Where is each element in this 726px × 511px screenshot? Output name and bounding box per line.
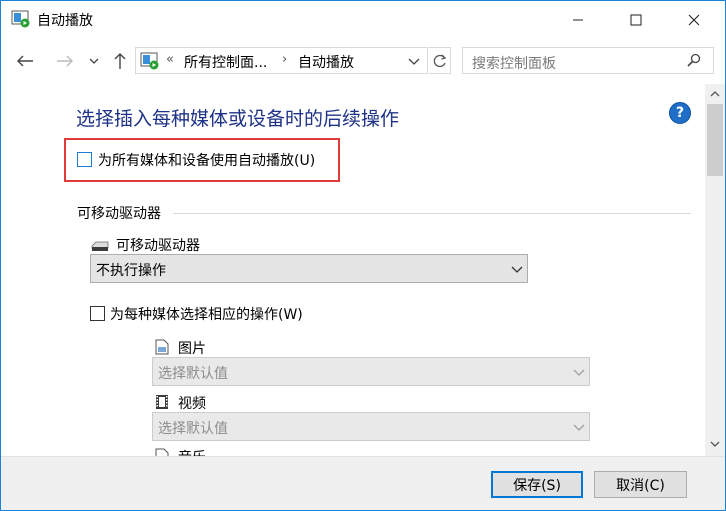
address-overflow[interactable]: « (166, 52, 174, 67)
media-label-video: 视频 (178, 396, 206, 412)
section-removable-drives: 可移动驱动器 (77, 206, 161, 222)
per-media-label[interactable]: 为每种媒体选择相应的操作(W) (110, 304, 303, 324)
content-area: 选择插入每种媒体或设备时的后续操作 ? 为所有媒体和设备使用自动播放(U) 可移… (1, 84, 705, 456)
picture-action-value: 选择默认值 (158, 366, 228, 382)
use-autoplay-checkbox[interactable] (77, 152, 92, 167)
forward-button[interactable] (53, 50, 77, 72)
recent-locations-button[interactable] (85, 50, 103, 72)
cancel-button[interactable]: 取消(C) (594, 471, 687, 498)
picture-action-select[interactable]: 选择默认值 (152, 357, 590, 386)
chevron-down-icon (710, 441, 720, 447)
removable-drive-action-select[interactable]: 不执行操作 (90, 254, 528, 283)
refresh-button[interactable] (429, 47, 451, 74)
vertical-scrollbar[interactable] (705, 84, 725, 456)
video-action-value: 选择默认值 (158, 421, 228, 437)
search-box[interactable]: 搜索控制面板 (462, 47, 714, 74)
scroll-down-button[interactable] (705, 434, 725, 454)
autoplay-window: 自动播放 « 所有控制面... › 自动播放 搜索控制面板 选择插入每种媒体或设… (0, 0, 726, 511)
scroll-up-button[interactable] (705, 84, 725, 104)
arrow-right-icon (57, 55, 73, 67)
per-media-checkbox[interactable] (90, 306, 105, 321)
control-panel-icon (140, 52, 159, 70)
close-button[interactable] (671, 1, 717, 38)
removable-drive-icon (91, 241, 109, 251)
minimize-icon (573, 19, 583, 20)
window-title: 自动播放 (37, 13, 93, 29)
close-icon (688, 14, 700, 25)
breadcrumb-all-control-panel[interactable]: 所有控制面... (184, 52, 267, 72)
page-title: 选择插入每种媒体或设备时的后续操作 (76, 108, 400, 130)
media-label-picture: 图片 (178, 341, 206, 357)
save-button[interactable]: 保存(S) (491, 471, 583, 498)
breadcrumb-separator[interactable]: › (282, 52, 287, 67)
arrow-up-icon (114, 53, 126, 69)
chevron-down-icon (511, 266, 523, 273)
maximize-icon (630, 14, 642, 25)
chevron-down-icon (573, 369, 585, 376)
autoplay-app-icon (11, 10, 30, 28)
navigation-bar: « 所有控制面... › 自动播放 搜索控制面板 (1, 39, 725, 83)
media-label-music: 音乐 (178, 447, 206, 456)
chevron-down-icon (408, 58, 420, 65)
removable-drive-label: 可移动驱动器 (116, 238, 200, 254)
scroll-thumb[interactable] (707, 104, 723, 176)
breadcrumb-autoplay[interactable]: 自动播放 (298, 52, 354, 72)
help-icon[interactable]: ? (669, 102, 691, 124)
chevron-down-icon (573, 424, 585, 431)
maximize-button[interactable] (613, 1, 659, 38)
video-action-select[interactable]: 选择默认值 (152, 412, 590, 441)
back-button[interactable] (13, 50, 37, 72)
section-divider (173, 213, 691, 214)
removable-drive-action-value: 不执行操作 (96, 263, 166, 279)
up-button[interactable] (109, 50, 131, 72)
footer-bar: 保存(S) 取消(C) (1, 456, 725, 510)
arrow-left-icon (17, 55, 33, 67)
music-icon (155, 448, 169, 456)
title-bar: 自动播放 (1, 1, 725, 38)
address-dropdown-button[interactable] (408, 54, 420, 70)
search-input[interactable]: 搜索控制面板 (472, 53, 556, 73)
video-icon (156, 395, 168, 409)
address-bar[interactable]: « 所有控制面... › 自动播放 (135, 47, 428, 74)
chevron-up-icon (710, 91, 720, 97)
search-icon[interactable] (687, 53, 701, 67)
use-autoplay-label[interactable]: 为所有媒体和设备使用自动播放(U) (98, 150, 315, 170)
chevron-down-icon (89, 58, 99, 64)
refresh-icon (433, 54, 446, 67)
minimize-button[interactable] (555, 1, 601, 38)
picture-icon (155, 339, 169, 355)
